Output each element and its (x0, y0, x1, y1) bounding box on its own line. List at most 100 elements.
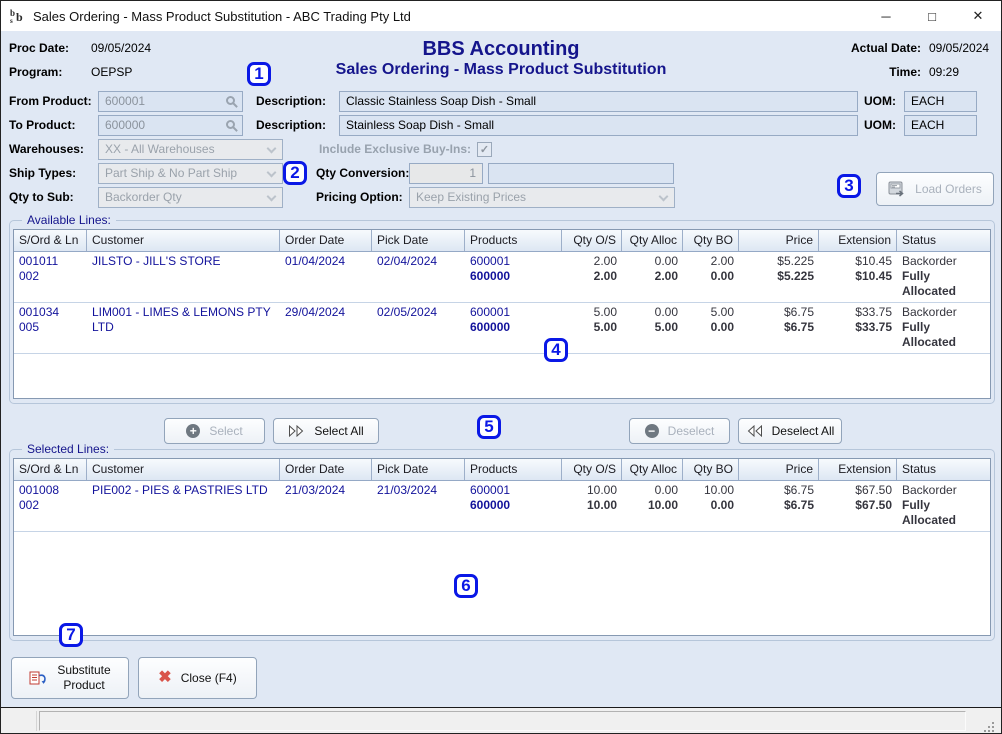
col-pick-date[interactable]: Pick Date (372, 459, 465, 480)
deselect-all-button[interactable]: Deselect All (738, 418, 842, 444)
close-window-button[interactable]: ✕ (955, 1, 1001, 31)
search-icon[interactable] (226, 96, 235, 105)
to-product-input[interactable]: 600000 (98, 115, 243, 136)
select-all-button[interactable]: Select All (273, 418, 379, 444)
col-qty-os[interactable]: Qty O/S (562, 459, 622, 480)
table-row[interactable]: 001008002 PIE002 - PIES & PASTRIES LTD 2… (14, 481, 990, 532)
to-description-label: Description: (256, 115, 326, 136)
col-price[interactable]: Price (739, 230, 819, 251)
callout-6: 6 (454, 574, 478, 598)
resize-grip[interactable] (985, 715, 997, 727)
minimize-button[interactable]: ─ (863, 1, 909, 31)
from-product-value: 600001 (105, 94, 145, 108)
load-orders-label: Load Orders (915, 182, 982, 196)
table-row[interactable]: 001011002 JILSTO - JILL'S STORE 01/04/20… (14, 252, 990, 303)
available-lines-table: S/Ord & Ln Customer Order Date Pick Date… (13, 229, 991, 399)
from-uom-input[interactable]: EACH (904, 91, 977, 112)
substitute-product-button[interactable]: Substitute Product (11, 657, 129, 699)
close-label: Close (F4) (181, 671, 237, 685)
load-orders-button[interactable]: Load Orders (876, 172, 994, 206)
warehouses-dropdown[interactable]: XX - All Warehouses (98, 139, 283, 160)
deselect-button[interactable]: − Deselect (629, 418, 730, 444)
col-order-date[interactable]: Order Date (280, 459, 372, 480)
deselect-all-label: Deselect All (772, 424, 835, 438)
pricing-option-dropdown[interactable]: Keep Existing Prices (409, 187, 675, 208)
col-qty-bo[interactable]: Qty BO (683, 459, 739, 480)
warehouses-value: XX - All Warehouses (105, 142, 215, 156)
col-qty-alloc[interactable]: Qty Alloc (622, 459, 683, 480)
time-label: Time: (816, 62, 921, 83)
sord: 001034 (19, 305, 82, 320)
qty-conversion-input[interactable]: 1 (409, 163, 483, 184)
order-date: 21/03/2024 (280, 483, 372, 528)
double-arrow-left-icon (746, 425, 763, 437)
qty-conversion-extra-input[interactable] (488, 163, 674, 184)
from-description-label: Description: (256, 91, 326, 112)
chevron-down-icon (659, 192, 669, 202)
pick-date: 02/04/2024 (372, 254, 465, 299)
chevron-down-icon (267, 192, 277, 202)
callout-3: 3 (837, 174, 861, 198)
selected-table-header: S/Ord & Ln Customer Order Date Pick Date… (14, 459, 990, 481)
pricing-option-value: Keep Existing Prices (416, 190, 526, 204)
to-product-value: 600000 (105, 118, 145, 132)
to-uom-input[interactable]: EACH (904, 115, 977, 136)
line-no: 002 (19, 498, 82, 513)
include-exclusive-checkbox[interactable]: ✓ (477, 142, 492, 157)
order-date: 29/04/2024 (280, 305, 372, 350)
available-lines-group-label: Available Lines: (22, 213, 116, 227)
status-badge: Fully Allocated (902, 498, 985, 528)
customer: JILSTO - JILL'S STORE (87, 254, 280, 299)
document-swap-icon (29, 670, 48, 687)
bbs-logo-icon: b s b (9, 7, 27, 25)
ship-types-dropdown[interactable]: Part Ship & No Part Ship (98, 163, 283, 184)
search-icon[interactable] (226, 120, 235, 129)
selected-lines-group-label: Selected Lines: (22, 442, 114, 456)
col-qty-os[interactable]: Qty O/S (562, 230, 622, 251)
col-customer[interactable]: Customer (87, 459, 280, 480)
select-button[interactable]: + Select (164, 418, 265, 444)
double-arrow-right-icon (288, 425, 305, 437)
col-products[interactable]: Products (465, 459, 562, 480)
pick-date: 21/03/2024 (372, 483, 465, 528)
close-button[interactable]: ✖ Close (F4) (138, 657, 257, 699)
substitute-product-label: Substitute Product (57, 663, 110, 693)
time-value: 09:29 (929, 62, 959, 83)
to-uom-label: UOM: (864, 115, 896, 136)
sord: 001008 (19, 483, 82, 498)
col-qty-bo[interactable]: Qty BO (683, 230, 739, 251)
col-products[interactable]: Products (465, 230, 562, 251)
ship-types-label: Ship Types: (9, 163, 76, 184)
callout-5: 5 (477, 415, 501, 439)
status-badge: Backorder (902, 254, 985, 269)
check-icon: ✓ (480, 143, 489, 156)
title-bar: b s b Sales Ordering - Mass Product Subs… (1, 1, 1001, 31)
status-divider (36, 711, 37, 731)
customer: PIE002 - PIES & PASTRIES LTD (87, 483, 280, 528)
app-window: b s b Sales Ordering - Mass Product Subs… (0, 0, 1002, 734)
col-price[interactable]: Price (739, 459, 819, 480)
sord: 001011 (19, 254, 82, 269)
qty-to-sub-dropdown[interactable]: Backorder Qty (98, 187, 283, 208)
col-sord-ln[interactable]: S/Ord & Ln (14, 230, 87, 251)
svg-text:s: s (10, 17, 13, 25)
col-sord-ln[interactable]: S/Ord & Ln (14, 459, 87, 480)
col-qty-alloc[interactable]: Qty Alloc (622, 230, 683, 251)
col-order-date[interactable]: Order Date (280, 230, 372, 251)
chevron-down-icon (267, 144, 277, 154)
callout-7: 7 (59, 623, 83, 647)
maximize-button[interactable]: □ (909, 1, 955, 31)
table-row[interactable]: 001034005 LIM001 - LIMES & LEMONS PTY LT… (14, 303, 990, 354)
col-extension[interactable]: Extension (819, 230, 897, 251)
col-customer[interactable]: Customer (87, 230, 280, 251)
col-status[interactable]: Status (897, 459, 990, 480)
col-pick-date[interactable]: Pick Date (372, 230, 465, 251)
col-extension[interactable]: Extension (819, 459, 897, 480)
col-status[interactable]: Status (897, 230, 990, 251)
callout-2: 2 (283, 161, 307, 185)
from-product-input[interactable]: 600001 (98, 91, 243, 112)
to-description-input[interactable]: Stainless Soap Dish - Small (339, 115, 858, 136)
chevron-down-icon (267, 168, 277, 178)
qty-conversion-label: Qty Conversion: (316, 163, 409, 184)
from-description-input[interactable]: Classic Stainless Soap Dish - Small (339, 91, 858, 112)
